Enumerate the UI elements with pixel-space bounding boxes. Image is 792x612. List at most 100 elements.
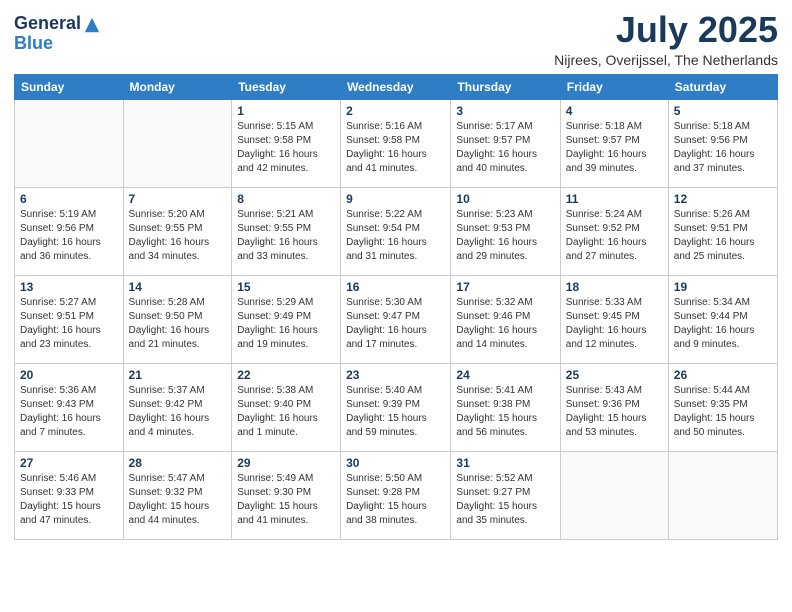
calendar-cell: 11 Sunrise: 5:24 AM Sunset: 9:52 PM Dayli… bbox=[560, 187, 668, 275]
calendar-cell: 4Sunrise: 5:18 AM Sunset: 9:57 PM Daylig… bbox=[560, 99, 668, 187]
calendar-cell: 18 Sunrise: 5:33 AM Sunset: 9:45 PM Dayli… bbox=[560, 275, 668, 363]
calendar-cell: 28 Sunrise: 5:47 AM Sunset: 9:32 PM Dayli… bbox=[123, 451, 232, 539]
day-info: Sunrise: 5:21 AM Sunset: 9:55 PM Dayligh… bbox=[237, 208, 335, 264]
calendar-cell: 2 Sunrise: 5:16 AM Sunset: 9:58 PM Daylig… bbox=[341, 99, 451, 187]
calendar-cell: 12 Sunrise: 5:26 AM Sunset: 9:51 PM Dayli… bbox=[668, 187, 777, 275]
day-number: 23 bbox=[346, 368, 445, 382]
day-number: 27 bbox=[20, 456, 118, 470]
day-number: 7 bbox=[129, 192, 227, 206]
day-number: 22 bbox=[237, 368, 335, 382]
calendar-cell: 30 Sunrise: 5:50 AM Sunset: 9:28 PM Dayli… bbox=[341, 451, 451, 539]
weekday-header-row: Sunday Monday Tuesday Wednesday Thursday… bbox=[15, 74, 778, 99]
day-info: Sunrise: 5:40 AM Sunset: 9:39 PM Dayligh… bbox=[346, 384, 445, 440]
calendar-week-3: 13Sunrise: 5:27 AM Sunset: 9:51 PM Dayli… bbox=[15, 275, 778, 363]
day-info: Sunrise: 5:15 AM Sunset: 9:58 PM Dayligh… bbox=[237, 120, 335, 176]
header-friday: Friday bbox=[560, 74, 668, 99]
day-number: 6 bbox=[20, 192, 118, 206]
day-info: Sunrise: 5:44 AM Sunset: 9:35 PM Dayligh… bbox=[674, 384, 772, 440]
day-number: 15 bbox=[237, 280, 335, 294]
day-info: Sunrise: 5:50 AM Sunset: 9:28 PM Dayligh… bbox=[346, 472, 445, 528]
calendar-week-4: 20Sunrise: 5:36 AM Sunset: 9:43 PM Dayli… bbox=[15, 363, 778, 451]
day-info: Sunrise: 5:46 AM Sunset: 9:33 PM Dayligh… bbox=[20, 472, 118, 528]
day-info: Sunrise: 5:36 AM Sunset: 9:43 PM Dayligh… bbox=[20, 384, 118, 440]
day-number: 12 bbox=[674, 192, 772, 206]
calendar-cell: 16 Sunrise: 5:30 AM Sunset: 9:47 PM Dayli… bbox=[341, 275, 451, 363]
calendar-cell: 27 Sunrise: 5:46 AM Sunset: 9:33 PM Dayli… bbox=[15, 451, 124, 539]
title-block: July 2025 Nijrees, Overijssel, The Nethe… bbox=[554, 10, 778, 68]
calendar-week-2: 6 Sunrise: 5:19 AM Sunset: 9:56 PM Daylig… bbox=[15, 187, 778, 275]
header-wednesday: Wednesday bbox=[341, 74, 451, 99]
day-info: Sunrise: 5:30 AM Sunset: 9:47 PM Dayligh… bbox=[346, 296, 445, 352]
calendar-cell: 15 Sunrise: 5:29 AM Sunset: 9:49 PM Dayli… bbox=[232, 275, 341, 363]
header-monday: Monday bbox=[123, 74, 232, 99]
calendar-cell: 23 Sunrise: 5:40 AM Sunset: 9:39 PM Dayli… bbox=[341, 363, 451, 451]
day-number: 10 bbox=[456, 192, 554, 206]
day-info: Sunrise: 5:29 AM Sunset: 9:49 PM Dayligh… bbox=[237, 296, 335, 352]
day-info: Sunrise: 5:22 AM Sunset: 9:54 PM Dayligh… bbox=[346, 208, 445, 264]
calendar-cell: 25 Sunrise: 5:43 AM Sunset: 9:36 PM Dayli… bbox=[560, 363, 668, 451]
calendar-cell bbox=[668, 451, 777, 539]
day-number: 18 bbox=[566, 280, 663, 294]
calendar-cell: 7 Sunrise: 5:20 AM Sunset: 9:55 PM Daylig… bbox=[123, 187, 232, 275]
calendar-cell: 21Sunrise: 5:37 AM Sunset: 9:42 PM Dayli… bbox=[123, 363, 232, 451]
day-info: Sunrise: 5:18 AM Sunset: 9:56 PM Dayligh… bbox=[674, 120, 772, 176]
logo: General Blue bbox=[14, 14, 101, 54]
day-info: Sunrise: 5:16 AM Sunset: 9:58 PM Dayligh… bbox=[346, 120, 445, 176]
day-info: Sunrise: 5:47 AM Sunset: 9:32 PM Dayligh… bbox=[129, 472, 227, 528]
header-thursday: Thursday bbox=[451, 74, 560, 99]
day-info: Sunrise: 5:19 AM Sunset: 9:56 PM Dayligh… bbox=[20, 208, 118, 264]
day-info: Sunrise: 5:17 AM Sunset: 9:57 PM Dayligh… bbox=[456, 120, 554, 176]
day-number: 31 bbox=[456, 456, 554, 470]
logo-blue: Blue bbox=[14, 34, 81, 54]
calendar-cell: 26 Sunrise: 5:44 AM Sunset: 9:35 PM Dayli… bbox=[668, 363, 777, 451]
calendar-cell: 31 Sunrise: 5:52 AM Sunset: 9:27 PM Dayli… bbox=[451, 451, 560, 539]
day-number: 1 bbox=[237, 104, 335, 118]
calendar-cell: 19 Sunrise: 5:34 AM Sunset: 9:44 PM Dayli… bbox=[668, 275, 777, 363]
day-info: Sunrise: 5:18 AM Sunset: 9:57 PM Dayligh… bbox=[566, 120, 663, 176]
day-info: Sunrise: 5:52 AM Sunset: 9:27 PM Dayligh… bbox=[456, 472, 554, 528]
day-info: Sunrise: 5:20 AM Sunset: 9:55 PM Dayligh… bbox=[129, 208, 227, 264]
day-number: 24 bbox=[456, 368, 554, 382]
day-number: 13 bbox=[20, 280, 118, 294]
day-number: 2 bbox=[346, 104, 445, 118]
day-info: Sunrise: 5:24 AM Sunset: 9:52 PM Dayligh… bbox=[566, 208, 663, 264]
page-header: General Blue July 2025 Nijrees, Overijss… bbox=[14, 10, 778, 68]
header-saturday: Saturday bbox=[668, 74, 777, 99]
day-number: 9 bbox=[346, 192, 445, 206]
calendar-cell: 3 Sunrise: 5:17 AM Sunset: 9:57 PM Daylig… bbox=[451, 99, 560, 187]
calendar-cell: 29Sunrise: 5:49 AM Sunset: 9:30 PM Dayli… bbox=[232, 451, 341, 539]
calendar-cell: 22 Sunrise: 5:38 AM Sunset: 9:40 PM Dayli… bbox=[232, 363, 341, 451]
calendar-cell: 6 Sunrise: 5:19 AM Sunset: 9:56 PM Daylig… bbox=[15, 187, 124, 275]
header-tuesday: Tuesday bbox=[232, 74, 341, 99]
calendar-cell: 14Sunrise: 5:28 AM Sunset: 9:50 PM Dayli… bbox=[123, 275, 232, 363]
day-number: 5 bbox=[674, 104, 772, 118]
calendar-cell bbox=[15, 99, 124, 187]
day-number: 28 bbox=[129, 456, 227, 470]
calendar-cell: 20Sunrise: 5:36 AM Sunset: 9:43 PM Dayli… bbox=[15, 363, 124, 451]
day-info: Sunrise: 5:41 AM Sunset: 9:38 PM Dayligh… bbox=[456, 384, 554, 440]
month-title: July 2025 bbox=[554, 10, 778, 50]
day-number: 16 bbox=[346, 280, 445, 294]
day-number: 19 bbox=[674, 280, 772, 294]
day-number: 11 bbox=[566, 192, 663, 206]
day-number: 25 bbox=[566, 368, 663, 382]
calendar-cell bbox=[560, 451, 668, 539]
day-info: Sunrise: 5:26 AM Sunset: 9:51 PM Dayligh… bbox=[674, 208, 772, 264]
day-number: 26 bbox=[674, 368, 772, 382]
day-info: Sunrise: 5:33 AM Sunset: 9:45 PM Dayligh… bbox=[566, 296, 663, 352]
day-info: Sunrise: 5:49 AM Sunset: 9:30 PM Dayligh… bbox=[237, 472, 335, 528]
day-info: Sunrise: 5:43 AM Sunset: 9:36 PM Dayligh… bbox=[566, 384, 663, 440]
day-info: Sunrise: 5:38 AM Sunset: 9:40 PM Dayligh… bbox=[237, 384, 335, 440]
calendar-week-1: 1 Sunrise: 5:15 AM Sunset: 9:58 PM Daylig… bbox=[15, 99, 778, 187]
day-number: 17 bbox=[456, 280, 554, 294]
calendar-cell: 1 Sunrise: 5:15 AM Sunset: 9:58 PM Daylig… bbox=[232, 99, 341, 187]
header-sunday: Sunday bbox=[15, 74, 124, 99]
day-number: 30 bbox=[346, 456, 445, 470]
day-info: Sunrise: 5:32 AM Sunset: 9:46 PM Dayligh… bbox=[456, 296, 554, 352]
day-info: Sunrise: 5:34 AM Sunset: 9:44 PM Dayligh… bbox=[674, 296, 772, 352]
day-info: Sunrise: 5:37 AM Sunset: 9:42 PM Dayligh… bbox=[129, 384, 227, 440]
calendar-table: Sunday Monday Tuesday Wednesday Thursday… bbox=[14, 74, 778, 540]
calendar-cell: 13Sunrise: 5:27 AM Sunset: 9:51 PM Dayli… bbox=[15, 275, 124, 363]
calendar-cell: 10Sunrise: 5:23 AM Sunset: 9:53 PM Dayli… bbox=[451, 187, 560, 275]
day-number: 3 bbox=[456, 104, 554, 118]
